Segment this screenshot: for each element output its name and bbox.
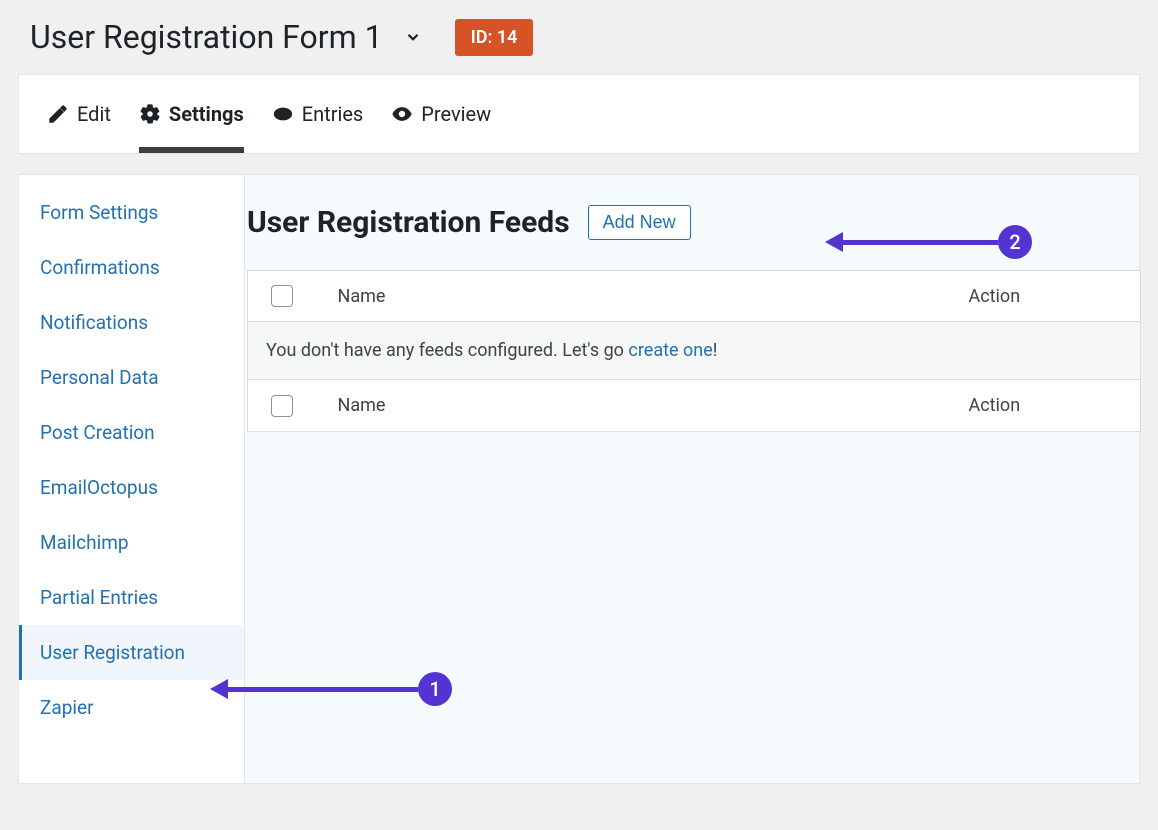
- sidebar-item-user-registration[interactable]: User Registration: [19, 625, 244, 680]
- sidebar-item-confirmations[interactable]: Confirmations: [19, 240, 244, 295]
- tab-label: Settings: [169, 102, 244, 126]
- column-footer-action: Action: [951, 380, 1141, 431]
- sidebar-item-label: Partial Entries: [40, 586, 158, 609]
- sidebar-item-emailoctopus[interactable]: EmailOctopus: [19, 460, 244, 515]
- sidebar-item-label: Notifications: [40, 311, 148, 334]
- sidebar-item-form-settings[interactable]: Form Settings: [19, 185, 244, 240]
- sidebar-item-label: User Registration: [40, 641, 185, 664]
- sidebar-item-zapier[interactable]: Zapier: [19, 680, 244, 735]
- preview-icon: [391, 103, 413, 125]
- sidebar-item-mailchimp[interactable]: Mailchimp: [19, 515, 244, 570]
- tab-entries[interactable]: Entries: [272, 75, 364, 153]
- select-all-checkbox-top[interactable]: [271, 285, 293, 307]
- entries-icon: [272, 103, 294, 125]
- create-one-link[interactable]: create one: [628, 340, 712, 361]
- sidebar-item-partial-entries[interactable]: Partial Entries: [19, 570, 244, 625]
- sidebar-item-label: Zapier: [40, 696, 94, 719]
- column-header-action: Action: [951, 271, 1141, 322]
- edit-icon: [47, 103, 69, 125]
- column-header-name[interactable]: Name: [316, 271, 951, 322]
- form-switcher-chevron-icon[interactable]: [403, 27, 423, 47]
- panel-title: User Registration Feeds: [247, 205, 570, 240]
- main-panel: User Registration Feeds Add New Name Act…: [245, 175, 1139, 783]
- sidebar-item-label: Mailchimp: [40, 531, 129, 554]
- tab-label: Entries: [302, 102, 364, 126]
- sidebar-item-label: Personal Data: [40, 366, 159, 389]
- sidebar-item-personal-data[interactable]: Personal Data: [19, 350, 244, 405]
- settings-icon: [139, 103, 161, 125]
- page-title: User Registration Form 1: [30, 18, 383, 56]
- sidebar-item-post-creation[interactable]: Post Creation: [19, 405, 244, 460]
- tab-settings[interactable]: Settings: [139, 75, 244, 153]
- sidebar-item-label: Post Creation: [40, 421, 155, 444]
- sidebar-item-label: Form Settings: [40, 201, 158, 224]
- table-footer-row: Name Action: [248, 380, 1141, 431]
- tab-label: Edit: [77, 102, 111, 126]
- table-header-row: Name Action: [248, 271, 1141, 322]
- table-empty-row: You don't have any feeds configured. Let…: [248, 322, 1141, 380]
- form-id-badge: ID: 14: [455, 19, 534, 56]
- column-footer-name[interactable]: Name: [316, 380, 951, 431]
- sidebar-item-label: EmailOctopus: [40, 476, 158, 499]
- feeds-table: Name Action You don't have any feeds con…: [247, 270, 1141, 432]
- tab-bar: Edit Settings Entries Preview: [18, 74, 1140, 154]
- empty-state-text: You don't have any feeds configured. Let…: [266, 340, 628, 361]
- add-new-button[interactable]: Add New: [588, 205, 691, 240]
- tab-preview[interactable]: Preview: [391, 75, 491, 153]
- select-all-checkbox-bottom[interactable]: [271, 395, 293, 417]
- sidebar-item-label: Confirmations: [40, 256, 160, 279]
- sidebar-item-notifications[interactable]: Notifications: [19, 295, 244, 350]
- settings-sidebar: Form Settings Confirmations Notification…: [19, 175, 245, 783]
- tab-label: Preview: [421, 102, 491, 126]
- tab-edit[interactable]: Edit: [47, 75, 111, 153]
- empty-state-suffix: !: [713, 340, 718, 361]
